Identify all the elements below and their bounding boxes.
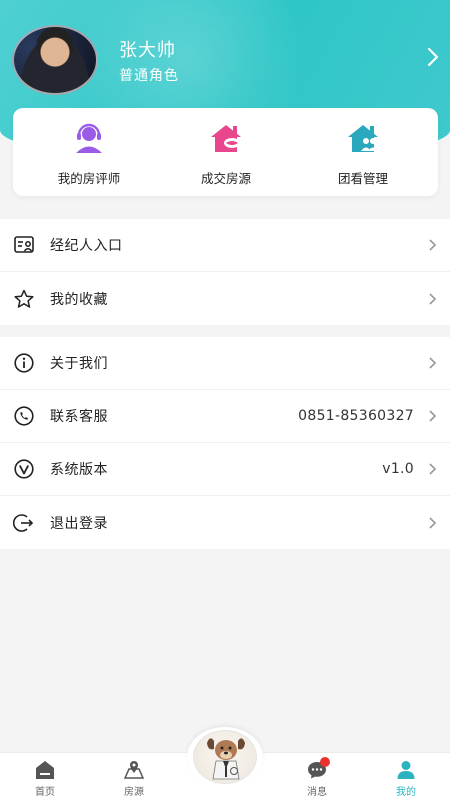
chevron-right-icon[interactable]	[420, 44, 446, 70]
chevron-right-icon	[429, 292, 437, 305]
headset-person-icon	[76, 123, 102, 153]
chevron-right-icon	[429, 357, 437, 369]
menu-group-primary: 经纪人入口 我的收藏	[0, 219, 450, 325]
house-group-icon	[348, 125, 378, 152]
menu-item-label: 关于我们	[50, 356, 108, 372]
quick-action-closed-deals[interactable]: 成交房源	[161, 122, 291, 187]
tab-label: 消息	[307, 787, 327, 798]
center-mascot-button[interactable]	[193, 730, 257, 784]
system-version-value: v1.0	[382, 461, 414, 477]
tab-home[interactable]: 首页	[15, 759, 75, 798]
menu-item-about-us[interactable]: 关于我们	[0, 337, 450, 390]
chevron-right-icon	[429, 516, 437, 529]
avatar[interactable]	[12, 25, 98, 95]
quick-action-house-reviewer[interactable]: 我的房评师	[24, 122, 154, 187]
menu-item-agent-entry[interactable]: 经纪人入口	[0, 219, 450, 272]
quick-action-group-viewing[interactable]: 团看管理	[298, 122, 428, 187]
menu-item-favorites[interactable]: 我的收藏	[0, 272, 450, 325]
tab-listings[interactable]: 房源	[104, 759, 164, 798]
tab-label: 房源	[124, 787, 144, 798]
map-pin-icon	[123, 761, 145, 779]
message-badge	[320, 757, 330, 767]
agent-id-icon	[14, 236, 34, 253]
tab-mine[interactable]: 我的	[376, 759, 436, 798]
star-outline-icon	[14, 289, 34, 308]
phone-icon	[14, 406, 34, 426]
user-role: 普通角色	[119, 68, 179, 84]
logout-icon	[13, 513, 34, 532]
menu-item-label: 我的收藏	[50, 291, 108, 308]
menu-item-label: 退出登录	[50, 515, 108, 532]
tab-label: 首页	[35, 787, 55, 798]
menu-item-customer-service[interactable]: 联系客服 0851-85360327	[0, 390, 450, 443]
quick-action-label: 我的房评师	[57, 171, 121, 186]
tab-messages[interactable]: 消息	[287, 759, 347, 798]
chevron-right-icon	[429, 239, 437, 251]
tab-label: 我的	[396, 787, 416, 798]
menu-item-system-version[interactable]: 系统版本 v1.0	[0, 443, 450, 496]
house-handshake-icon	[211, 125, 241, 152]
quick-actions-card: 我的房评师 成交房源 团看管理	[13, 108, 438, 196]
customer-service-phone: 0851-85360327	[298, 408, 414, 424]
person-icon	[397, 761, 415, 779]
info-circle-icon	[14, 353, 34, 373]
user-name: 张大帅	[119, 40, 176, 61]
quick-action-label: 团看管理	[337, 171, 388, 186]
version-v-icon	[14, 459, 34, 479]
menu-group-secondary: 关于我们 联系客服 0851-85360327 系统版本 v1.0 退出登录	[0, 337, 450, 549]
home-icon	[36, 761, 54, 779]
menu-item-label: 联系客服	[50, 409, 108, 425]
dog-mascot-icon	[207, 738, 245, 780]
menu-item-logout[interactable]: 退出登录	[0, 496, 450, 549]
quick-action-label: 成交房源	[200, 171, 251, 186]
menu-item-label: 系统版本	[50, 462, 108, 478]
chevron-right-icon	[429, 410, 437, 422]
menu-item-label: 经纪人入口	[50, 238, 123, 254]
chevron-right-icon	[429, 463, 437, 475]
